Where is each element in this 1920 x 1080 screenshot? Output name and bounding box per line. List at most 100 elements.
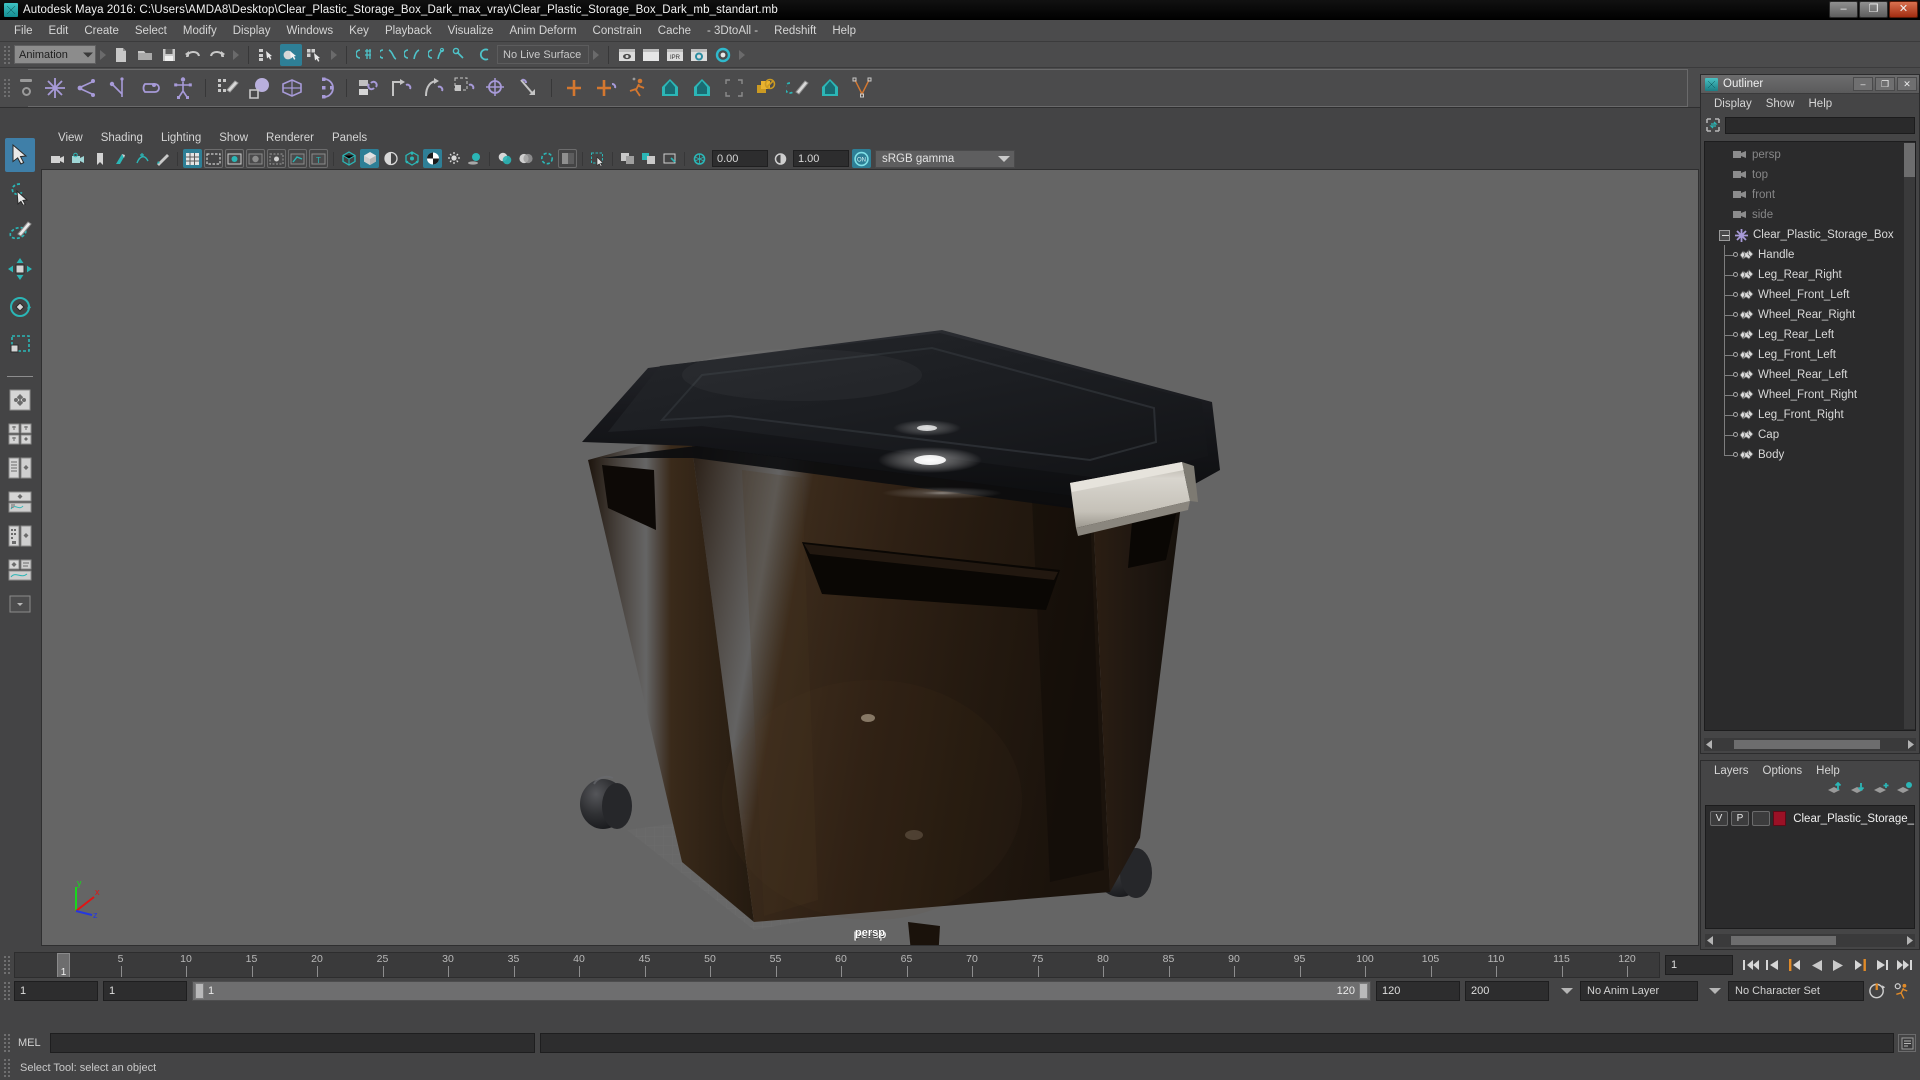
- scale-tool-button[interactable]: [5, 328, 35, 362]
- command-language-label[interactable]: MEL: [18, 1037, 41, 1049]
- range-end-handle[interactable]: [1359, 983, 1368, 999]
- vp-menu-lighting[interactable]: Lighting: [152, 130, 210, 146]
- move-layer-up-icon[interactable]: [1827, 782, 1844, 801]
- vp-menu-panels[interactable]: Panels: [323, 130, 376, 146]
- two-d-pan-zoom-icon[interactable]: [132, 149, 151, 168]
- wireframe-shading-icon[interactable]: [339, 149, 358, 168]
- scroll-right-arrow-icon[interactable]: [1904, 739, 1916, 750]
- display-textures-icon[interactable]: [423, 149, 442, 168]
- current-time-indicator[interactable]: 1: [57, 953, 70, 978]
- new-layer-icon[interactable]: [1873, 782, 1890, 801]
- persp-viewport[interactable]: persp persp y x z: [41, 169, 1699, 946]
- camera-attributes-icon[interactable]: [69, 149, 88, 168]
- xray-joints-icon[interactable]: [288, 149, 307, 168]
- toolbar-gripper[interactable]: [3, 45, 11, 65]
- save-scene-icon[interactable]: [158, 44, 180, 66]
- menu-playback[interactable]: Playback: [377, 23, 440, 39]
- outliner-vertical-scrollbar[interactable]: [1904, 143, 1915, 729]
- menu-edit[interactable]: Edit: [41, 23, 77, 39]
- vp-menu-renderer[interactable]: Renderer: [257, 130, 323, 146]
- gate-mask-icon[interactable]: [246, 149, 265, 168]
- gamma-reset-icon[interactable]: [771, 149, 790, 168]
- outliner-menu-show[interactable]: Show: [1759, 96, 1802, 112]
- outliner-menu-display[interactable]: Display: [1707, 96, 1759, 112]
- layer-display-type-toggle[interactable]: [1752, 811, 1770, 826]
- rotate-tool-button[interactable]: [5, 290, 35, 324]
- viewport-snapshot-icon[interactable]: [639, 149, 658, 168]
- lasso-tool-button[interactable]: [5, 176, 35, 210]
- menu-modify[interactable]: Modify: [175, 23, 225, 39]
- toolbar-section-divider[interactable]: [98, 46, 107, 64]
- outliner-filter-icon[interactable]: [1705, 117, 1721, 133]
- move-layer-down-icon[interactable]: [1850, 782, 1867, 801]
- minimize-button[interactable]: –: [1829, 1, 1858, 18]
- image-plane-icon[interactable]: [111, 149, 130, 168]
- toolbar-section-divider-3[interactable]: [329, 46, 338, 64]
- layer-horizontal-scrollbar[interactable]: [1705, 934, 1915, 947]
- snap-to-view-plane-icon[interactable]: [450, 44, 472, 66]
- maximize-button[interactable]: ❐: [1859, 1, 1888, 18]
- outliner-item-handle[interactable]: Handle: [1705, 245, 1915, 265]
- play-forwards-button[interactable]: [1829, 955, 1848, 975]
- command-line-gripper[interactable]: [3, 1033, 11, 1053]
- vp-menu-show[interactable]: Show: [210, 130, 257, 146]
- scroll-left-arrow-icon[interactable]: [1704, 739, 1716, 750]
- layer-row[interactable]: V P Clear_Plastic_Storage_: [1706, 810, 1914, 827]
- outliner-item-wheel-front-right[interactable]: Wheel_Front_Right: [1705, 385, 1915, 405]
- time-slider[interactable]: 1 51015202530354045505560657075808590951…: [14, 952, 1660, 978]
- viewport-region-icon[interactable]: [660, 149, 679, 168]
- select-by-component-type-icon[interactable]: [304, 44, 326, 66]
- outliner-item-leg-front-right[interactable]: Leg_Front_Right: [1705, 405, 1915, 425]
- viewport-copy-icon[interactable]: [618, 149, 637, 168]
- layer-playback-toggle[interactable]: P: [1731, 811, 1749, 826]
- xray-mode-icon[interactable]: [267, 149, 286, 168]
- character-set-selector[interactable]: No Character Set: [1728, 981, 1864, 1001]
- toolbar-section-divider-5[interactable]: [737, 46, 746, 64]
- outliner-item-body[interactable]: Body: [1705, 445, 1915, 465]
- menu-windows[interactable]: Windows: [278, 23, 341, 39]
- make-live-icon[interactable]: [474, 44, 496, 66]
- layer-color-swatch[interactable]: [1773, 811, 1786, 826]
- chevron-down-icon-anim[interactable]: [1561, 988, 1573, 994]
- live-surface-field[interactable]: No Live Surface: [497, 45, 589, 64]
- layout-outliner-persp-button[interactable]: [4, 453, 36, 483]
- anim-start-time-field[interactable]: 1: [14, 981, 98, 1001]
- toolbar-section-divider-2[interactable]: [231, 46, 240, 64]
- range-slider-gripper[interactable]: [3, 981, 11, 1001]
- scroll-left-arrow-icon-layer[interactable]: [1705, 935, 1717, 946]
- color-management-toggle-icon[interactable]: ON: [852, 149, 871, 168]
- menu-constrain[interactable]: Constrain: [585, 23, 650, 39]
- menu-create[interactable]: Create: [76, 23, 127, 39]
- select-tool-button[interactable]: [5, 138, 35, 172]
- scroll-right-arrow-icon-layer[interactable]: [1903, 935, 1915, 946]
- go-to-end-button[interactable]: [1895, 955, 1914, 975]
- grease-pencil-icon[interactable]: [153, 149, 172, 168]
- anim-end-time-field[interactable]: 200: [1465, 981, 1549, 1001]
- snap-to-point-icon[interactable]: [402, 44, 424, 66]
- layout-hypershade-button[interactable]: [4, 521, 36, 551]
- outliner-maximize-button[interactable]: ❐: [1875, 77, 1895, 91]
- gamma-field[interactable]: 1.00: [793, 150, 849, 167]
- range-start-handle[interactable]: [195, 983, 204, 999]
- outliner-item-front[interactable]: front: [1705, 185, 1915, 205]
- auto-key-toggle-icon[interactable]: [1868, 981, 1887, 1001]
- render-current-frame-icon[interactable]: [616, 44, 638, 66]
- outliner-item-wheel-front-left[interactable]: Wheel_Front_Left: [1705, 285, 1915, 305]
- select-camera-icon[interactable]: [48, 149, 67, 168]
- menu-redshift[interactable]: Redshift: [766, 23, 824, 39]
- anim-layer-selector[interactable]: No Anim Layer: [1580, 981, 1698, 1001]
- outliner-item-wheel-rear-left[interactable]: Wheel_Rear_Left: [1705, 365, 1915, 385]
- playback-start-time-field[interactable]: 1: [103, 981, 187, 1001]
- outliner-item-wheel-rear-right[interactable]: Wheel_Rear_Right: [1705, 305, 1915, 325]
- menu-3dtoall[interactable]: - 3DtoAll -: [699, 23, 766, 39]
- layer-visibility-toggle[interactable]: V: [1710, 811, 1728, 826]
- current-frame-field[interactable]: 1: [1665, 955, 1733, 975]
- time-slider-gripper[interactable]: [3, 955, 11, 975]
- outliner-horizontal-scrollbar[interactable]: [1704, 738, 1916, 751]
- render-view-toggle-icon[interactable]: [712, 44, 734, 66]
- vp-menu-shading[interactable]: Shading: [92, 130, 152, 146]
- play-backwards-button[interactable]: [1807, 955, 1826, 975]
- layout-four-view-button[interactable]: [4, 419, 36, 449]
- layout-persp-graph-outliner-button[interactable]: [4, 555, 36, 585]
- layer-list[interactable]: V P Clear_Plastic_Storage_: [1705, 805, 1915, 929]
